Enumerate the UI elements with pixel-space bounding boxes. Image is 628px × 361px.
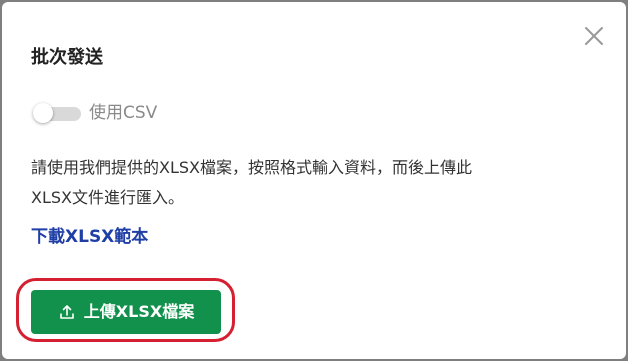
close-button[interactable] <box>582 24 606 48</box>
download-template-link[interactable]: 下載XLSX範本 <box>31 224 148 250</box>
upload-xlsx-button[interactable]: 上傳XLSX檔案 <box>31 290 221 334</box>
instruction-line-1: 請使用我們提供的XLSX檔案，按照格式輸入資料，而後上傳此 <box>31 158 472 177</box>
upload-button-label: 上傳XLSX檔案 <box>83 302 195 321</box>
toggle-thumb <box>33 103 53 123</box>
csv-toggle-row: 使用CSV <box>31 100 157 126</box>
instruction-line-2: XLSX文件進行匯入。 <box>31 188 184 207</box>
dialog-title: 批次發送 <box>31 47 103 68</box>
instruction-text: 請使用我們提供的XLSX檔案，按照格式輸入資料，而後上傳此 XLSX文件進行匯入… <box>31 153 601 213</box>
batch-send-dialog: 批次發送 使用CSV 請使用我們提供的XLSX檔案，按照格式輸入資料，而後上傳此… <box>2 2 626 359</box>
csv-toggle-label: 使用CSV <box>89 103 158 123</box>
csv-toggle[interactable] <box>31 102 81 124</box>
close-icon <box>585 27 603 45</box>
upload-icon <box>59 305 74 319</box>
